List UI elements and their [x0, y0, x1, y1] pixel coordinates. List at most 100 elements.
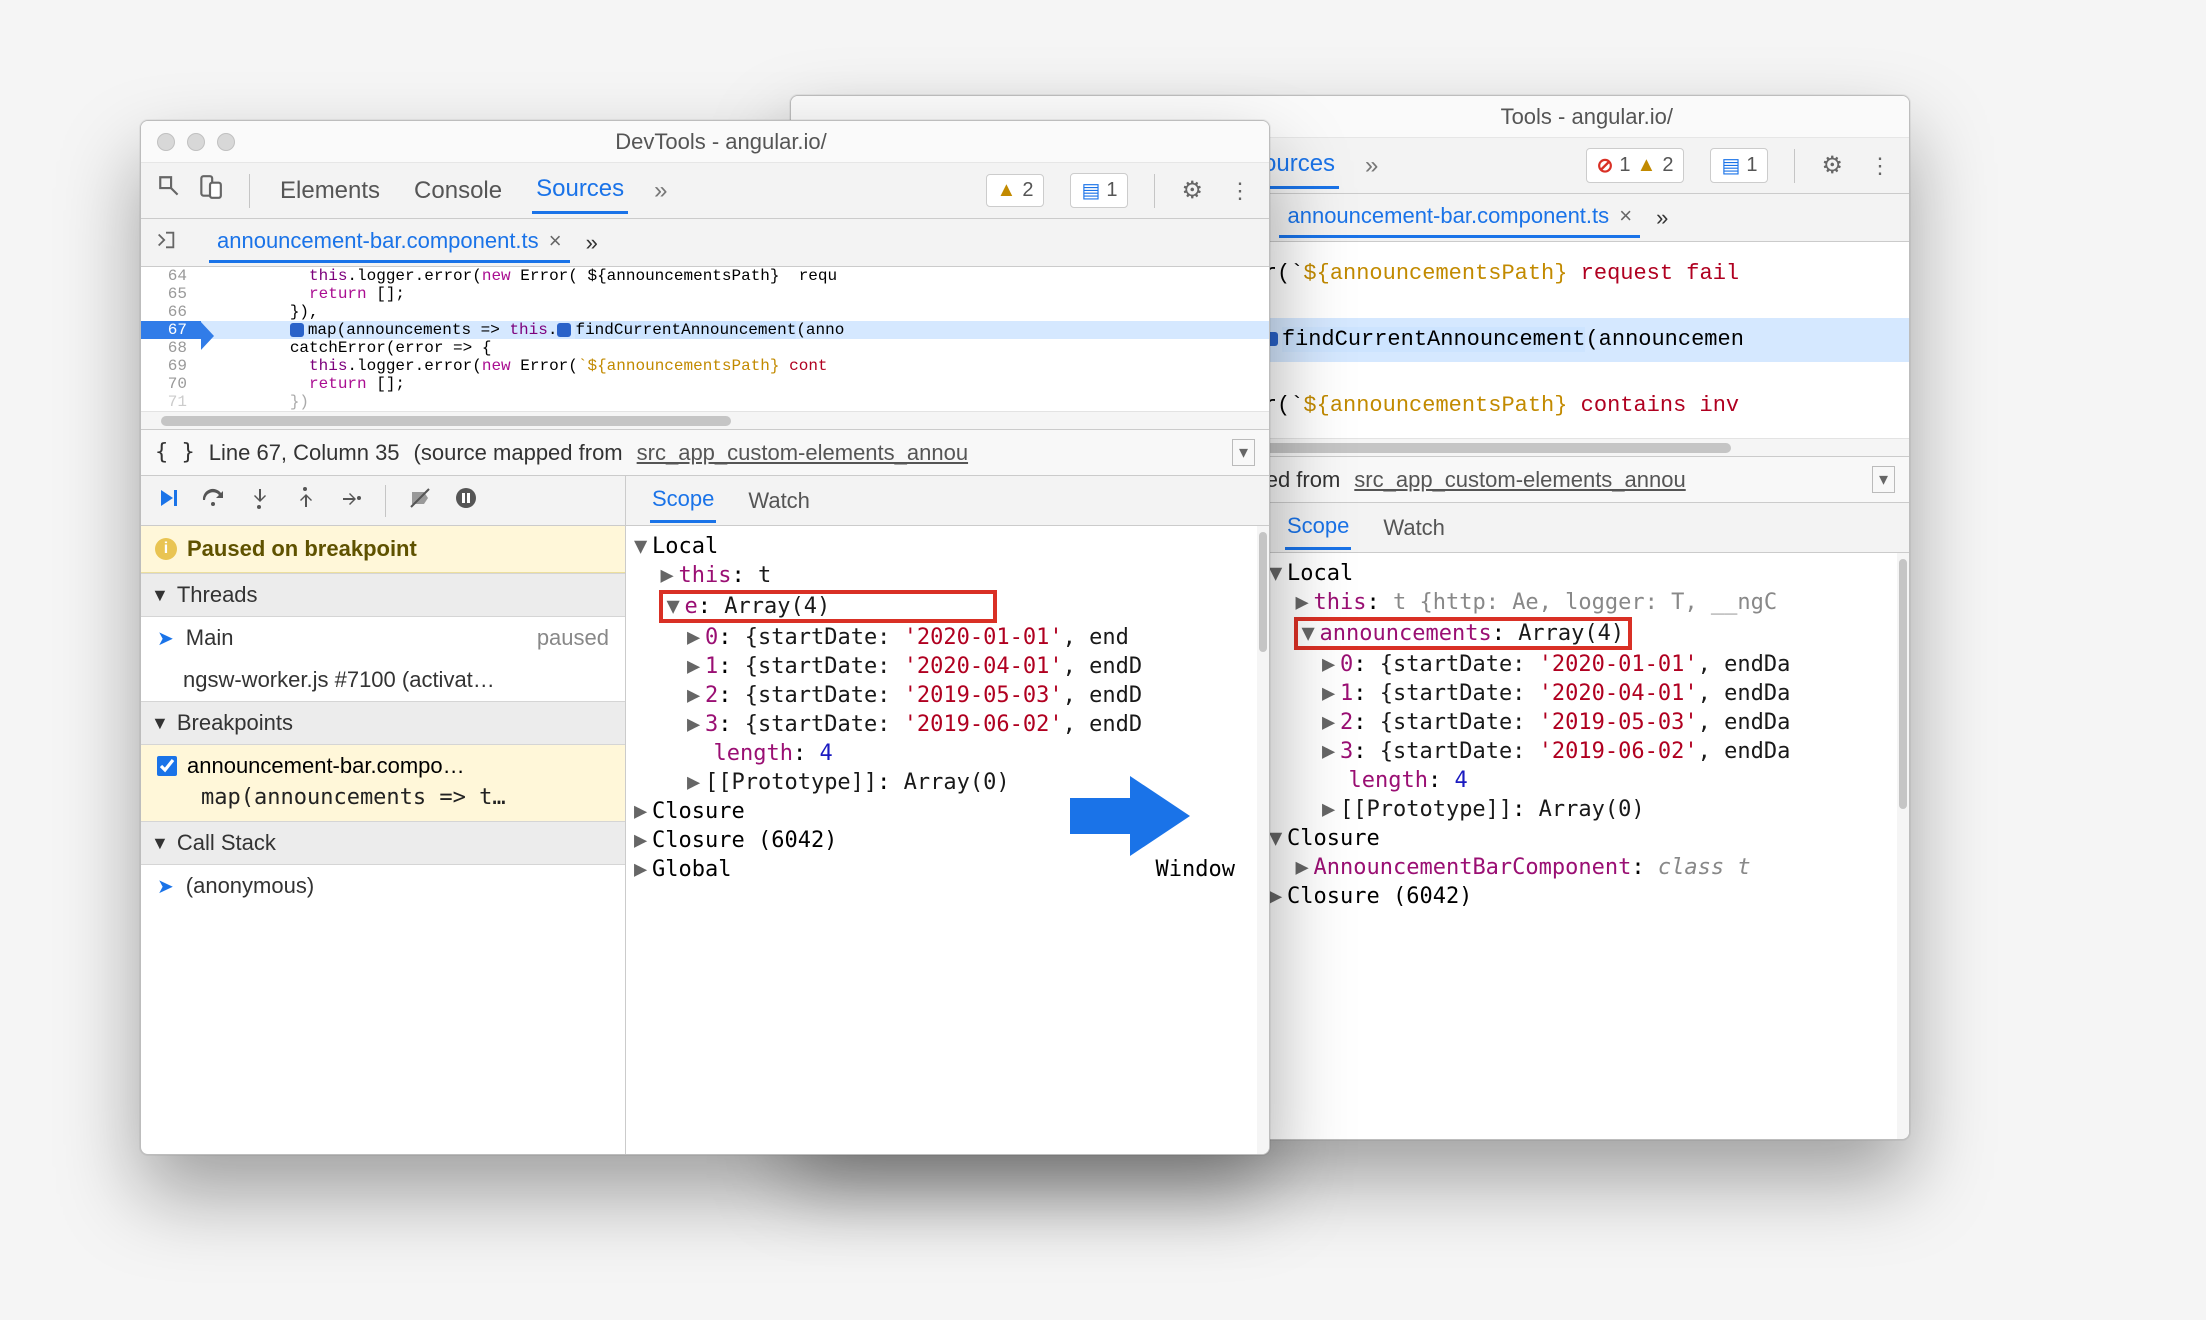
scope-proto[interactable]: ▶[[Prototype]]: Array(0) [1269, 795, 1901, 824]
more-files-icon[interactable]: » [1656, 205, 1668, 231]
scope-closure-n[interactable]: ▶Closure (6042) [1269, 882, 1901, 911]
chevron-down-icon: ▼ [151, 713, 169, 734]
vertical-scrollbar[interactable] [1257, 526, 1269, 1154]
errors-badge[interactable]: ⊘1 ▲2 [1586, 148, 1685, 183]
scope-abc[interactable]: ▶AnnouncementBarComponent: class t [1269, 853, 1901, 882]
warning-icon: ▲ [1637, 154, 1657, 177]
breakpoint-code: map(announcements => t… [157, 783, 609, 813]
scope-arr-1[interactable]: ▶1: {startDate: '2020-04-01', endD [634, 652, 1261, 681]
messages-badge[interactable]: ▤1 [1710, 148, 1768, 183]
scope-arr-3[interactable]: ▶3: {startDate: '2019-06-02', endD [634, 710, 1261, 739]
thread-worker[interactable]: ngsw-worker.js #7100 (activat… [141, 659, 625, 701]
scope-watch-tabs: Scope Watch [626, 476, 1269, 526]
vertical-scrollbar[interactable] [1897, 553, 1909, 1139]
current-thread-icon: ➤ [157, 626, 174, 651]
tab-console[interactable]: Console [410, 169, 506, 213]
debugger-sidebar: i Paused on breakpoint ▼Threads ➤Mainpau… [141, 476, 626, 1154]
settings-icon[interactable]: ⚙ [1821, 151, 1843, 180]
scope-this[interactable]: ▶this: t {http: Ae, logger: T, __ngC [1269, 588, 1901, 617]
pretty-print-icon[interactable]: { } [155, 440, 195, 465]
file-tab-ts[interactable]: announcement-bar.component.ts × [1279, 197, 1640, 238]
tab-watch[interactable]: Watch [1381, 507, 1447, 549]
popout-icon[interactable]: ▾ [1872, 466, 1895, 493]
code-line: return []; [201, 375, 1269, 393]
kebab-menu-icon[interactable]: ⋮ [1869, 153, 1893, 179]
separator [249, 174, 250, 208]
scope-arr-3[interactable]: ▶3: {startDate: '2019-06-02', endDa [1269, 737, 1901, 766]
deactivate-bp-icon[interactable] [408, 486, 432, 516]
file-tab-active[interactable]: announcement-bar.component.ts × [209, 222, 570, 263]
pause-exceptions-icon[interactable] [454, 486, 478, 516]
resume-icon[interactable] [155, 486, 179, 516]
tab-elements[interactable]: Elements [276, 169, 384, 213]
scope-announcements[interactable]: ▼announcements: Array(4) [1269, 617, 1901, 650]
inspect-and-device-icons [157, 174, 223, 207]
tab-scope[interactable]: Scope [650, 478, 716, 523]
messages-badge[interactable]: ▤1 [1070, 173, 1128, 208]
scope-closure[interactable]: ▼Closure [1269, 824, 1901, 853]
step-out-icon[interactable] [293, 486, 317, 516]
titlebar: DevTools - angular.io/ [141, 121, 1269, 163]
tab-sources[interactable]: Sources [532, 167, 628, 214]
window-title: DevTools - angular.io/ [189, 129, 1253, 155]
code-line: catchError(error => { [201, 339, 1269, 357]
close-icon[interactable]: × [1619, 203, 1632, 228]
scope-this[interactable]: ▶this: t [634, 561, 1261, 590]
more-tabs-icon[interactable]: » [1365, 152, 1378, 180]
close-dot-icon[interactable] [157, 133, 175, 151]
scope-arr-1[interactable]: ▶1: {startDate: '2020-04-01', endDa [1269, 679, 1901, 708]
step-over-icon[interactable] [201, 486, 225, 516]
more-tabs-icon[interactable]: » [654, 177, 667, 205]
scope-length[interactable]: length: 4 [634, 739, 1261, 768]
inspect-icon[interactable] [157, 174, 183, 207]
chevron-down-icon: ▼ [151, 833, 169, 854]
breakpoints-header[interactable]: ▼Breakpoints [141, 701, 625, 745]
code-line: this.logger.error(new Error( ${announcem… [201, 267, 1269, 285]
horizontal-scrollbar[interactable] [141, 411, 1269, 429]
threads-header[interactable]: ▼Threads [141, 573, 625, 617]
warning-icon: ▲ [997, 179, 1017, 202]
scope-length[interactable]: length: 4 [1269, 766, 1901, 795]
file-tabs: announcement-bar.component.ts × » [141, 219, 1269, 267]
debugger-toolbar [141, 476, 625, 526]
comparison-arrow-icon [1070, 770, 1190, 867]
callstack-header[interactable]: ▼Call Stack [141, 821, 625, 865]
popout-icon[interactable]: ▾ [1232, 439, 1255, 466]
code-line-exec: map(announcements => this.findCurrentAnn… [201, 321, 1269, 339]
scope-column-right: Scope Watch ▼Local ▶this: t {http: Ae, l… [1261, 503, 1909, 1139]
step-into-icon[interactable] [247, 486, 271, 516]
sourcemap-link[interactable]: src_app_custom-elements_annou [637, 440, 968, 466]
scope-arr-0[interactable]: ▶0: {startDate: '2020-01-01', endDa [1269, 650, 1901, 679]
breakpoint-item[interactable]: announcement-bar.compo… map(announcement… [141, 745, 625, 821]
settings-icon[interactable]: ⚙ [1181, 176, 1203, 205]
code-line: }) [201, 393, 1269, 411]
step-icon[interactable] [339, 486, 363, 516]
info-icon: i [155, 538, 177, 560]
scope-local[interactable]: ▼Local [634, 532, 1261, 561]
main-tabs: Elements Console Sources » ▲2 ▤1 ⚙ ⋮ [141, 163, 1269, 219]
kebab-menu-icon[interactable]: ⋮ [1229, 178, 1253, 204]
breakpoint-checkbox[interactable] [157, 756, 177, 776]
device-icon[interactable] [197, 174, 223, 207]
separator [1154, 174, 1155, 208]
callstack-frame[interactable]: ➤(anonymous) [141, 865, 625, 907]
scope-arr-2[interactable]: ▶2: {startDate: '2019-05-03', endDa [1269, 708, 1901, 737]
scope-local[interactable]: ▼Local [1269, 559, 1901, 588]
breakpoint-icon[interactable] [290, 323, 304, 337]
code-line: Error(`${announcementsPath} request fail [1211, 252, 1909, 296]
scope-arr-2[interactable]: ▶2: {startDate: '2019-05-03', endD [634, 681, 1261, 710]
tab-scope[interactable]: Scope [1285, 505, 1351, 550]
tab-watch[interactable]: Watch [746, 480, 812, 522]
more-files-icon[interactable]: » [586, 230, 598, 256]
close-icon[interactable]: × [549, 228, 562, 253]
sourcemap-link[interactable]: src_app_custom-elements_annou [1354, 467, 1685, 493]
thread-main[interactable]: ➤Mainpaused [141, 617, 625, 659]
status-line: { } Line 67, Column 35 (source mapped fr… [141, 430, 1269, 476]
scope-e-row[interactable]: ▼e: Array(4) [634, 590, 1261, 623]
navigator-icon[interactable] [155, 229, 177, 257]
code-line: Error(`${announcementsPath} contains inv [1211, 384, 1909, 428]
code-line-exec: his.findCurrentAnnouncement(announcemen [1211, 318, 1909, 362]
scope-arr-0[interactable]: ▶0: {startDate: '2020-01-01', end [634, 623, 1261, 652]
scope-watch-tabs: Scope Watch [1261, 503, 1909, 553]
warnings-badge[interactable]: ▲2 [986, 174, 1045, 207]
